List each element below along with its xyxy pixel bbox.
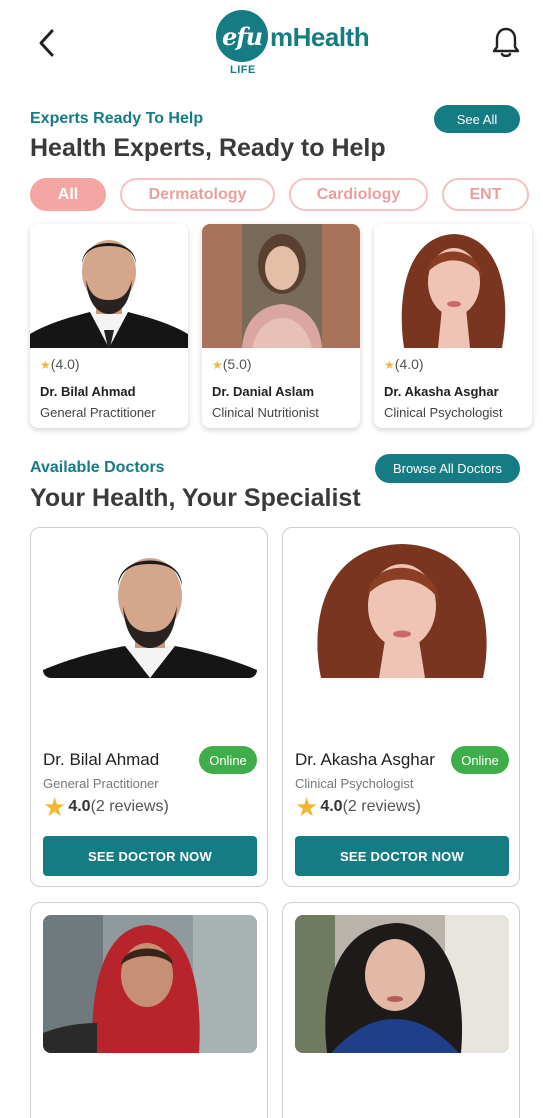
- star-icon: ★: [40, 358, 51, 372]
- doctor-rating: ★ 4.0 (2 reviews): [43, 794, 169, 820]
- doctor-card[interactable]: [282, 902, 520, 1118]
- rating-value: (4.0): [394, 356, 424, 372]
- rating-value: (5.0): [222, 356, 252, 372]
- reviews-count: (2 reviews): [342, 798, 421, 815]
- browse-all-doctors-button[interactable]: Browse All Doctors: [375, 454, 520, 483]
- expert-card[interactable]: ★(5.0) Dr. Danial Aslam Clinical Nutriti…: [202, 224, 360, 428]
- star-icon: ★: [212, 358, 223, 372]
- status-badge: Online: [451, 746, 509, 774]
- chevron-left-icon: [39, 29, 54, 57]
- expert-rating: ★(4.0): [40, 356, 80, 372]
- bell-icon: [492, 27, 520, 58]
- star-icon: ★: [295, 792, 319, 822]
- status-badge: Online: [199, 746, 257, 774]
- see-doctor-now-button[interactable]: SEE DOCTOR NOW: [295, 836, 509, 876]
- star-icon: ★: [43, 792, 67, 822]
- doctor-photo: [374, 224, 532, 348]
- expert-name: Dr. Akasha Asghar: [384, 384, 499, 399]
- back-button[interactable]: [30, 26, 64, 60]
- reviews-count: (2 reviews): [90, 798, 169, 815]
- star-icon: ★: [384, 358, 395, 372]
- expert-specialty: Clinical Psychologist: [384, 405, 503, 420]
- expert-card[interactable]: ★(4.0) Dr. Bilal Ahmad General Practitio…: [30, 224, 188, 428]
- expert-name: Dr. Danial Aslam: [212, 384, 315, 399]
- filter-chip-cardiology[interactable]: Cardiology: [289, 178, 428, 211]
- doctor-rating: ★ 4.0 (2 reviews): [295, 794, 421, 820]
- doctor-card[interactable]: Dr. Bilal Ahmad Online General Practitio…: [30, 527, 268, 887]
- logo-wordmark: mHealth: [270, 22, 370, 52]
- doctor-photo: [295, 915, 509, 1053]
- logo-subtitle: LIFE: [230, 64, 256, 76]
- expert-name: Dr. Bilal Ahmad: [40, 384, 136, 399]
- rating-value: (4.0): [50, 356, 80, 372]
- experts-eyebrow: Experts Ready To Help: [30, 110, 204, 127]
- doctors-title: Your Health, Your Specialist: [30, 484, 361, 512]
- doctor-photo: [295, 540, 509, 678]
- expert-specialty: Clinical Nutritionist: [212, 405, 319, 420]
- expert-specialty: General Practitioner: [40, 405, 156, 420]
- rating-value: 4.0: [320, 798, 343, 815]
- filter-chip-ent[interactable]: ENT: [442, 178, 529, 211]
- see-doctor-now-button[interactable]: SEE DOCTOR NOW: [43, 836, 257, 876]
- filter-chip-dermatology[interactable]: Dermatology: [120, 178, 275, 211]
- doctor-name: Dr. Akasha Asghar: [295, 750, 435, 769]
- logo-mark-text: efu: [221, 21, 263, 51]
- doctor-photo: [202, 224, 360, 348]
- filter-chip-all[interactable]: All: [30, 178, 106, 211]
- see-all-button[interactable]: See All: [434, 105, 520, 133]
- expert-card[interactable]: ★(4.0) Dr. Akasha Asghar Clinical Psycho…: [374, 224, 532, 428]
- doctor-photo: [43, 540, 257, 678]
- rating-value: 4.0: [68, 798, 91, 815]
- experts-title: Health Experts, Ready to Help: [30, 134, 386, 162]
- doctor-photo: [30, 224, 188, 348]
- expert-rating: ★(4.0): [384, 356, 424, 372]
- doctor-specialty: Clinical Psychologist: [295, 776, 414, 791]
- doctor-photo: [43, 915, 257, 1053]
- expert-rating: ★(5.0): [212, 356, 252, 372]
- app-header: efu mHealth LIFE: [0, 0, 543, 92]
- doctor-card[interactable]: [30, 902, 268, 1118]
- doctors-eyebrow: Available Doctors: [30, 459, 165, 476]
- notifications-button[interactable]: [486, 22, 526, 62]
- doctor-specialty: General Practitioner: [43, 776, 159, 791]
- app-logo: efu mHealth LIFE: [216, 10, 376, 80]
- doctor-card[interactable]: Dr. Akasha Asghar Online Clinical Psycho…: [282, 527, 520, 887]
- doctor-name: Dr. Bilal Ahmad: [43, 750, 160, 769]
- logo-mark: efu: [216, 10, 268, 62]
